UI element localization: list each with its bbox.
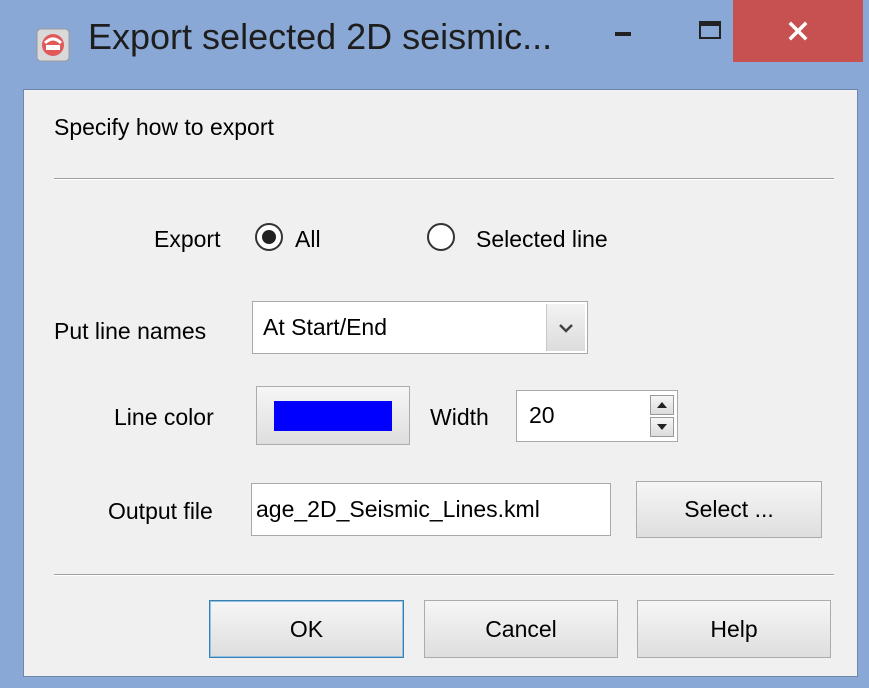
dialog-body: Specify how to export Export All Selecte… (23, 89, 858, 677)
line-names-label: Put line names (54, 318, 207, 344)
line-color-button[interactable] (256, 386, 410, 445)
select-file-button[interactable]: Select ... (636, 481, 822, 538)
separator (54, 178, 834, 180)
triangle-up-icon (657, 402, 667, 408)
width-label: Width (430, 404, 489, 430)
maximize-icon (699, 21, 721, 39)
title-bar[interactable]: Export selected 2D seismic... (0, 0, 869, 86)
dialog-window: Export selected 2D seismic... Specify ho… (0, 0, 869, 688)
maximize-button[interactable] (684, 0, 736, 62)
spinner-buttons (650, 395, 674, 437)
width-value[interactable]: 20 (529, 402, 555, 429)
separator (54, 574, 834, 576)
app-icon (36, 28, 70, 62)
line-color-label: Line color (114, 404, 214, 430)
output-file-value: age_2D_Seismic_Lines.kml (256, 496, 540, 522)
line-names-value: At Start/End (263, 314, 388, 340)
line-names-dropdown[interactable]: At Start/End (252, 301, 588, 354)
triangle-down-icon (657, 424, 667, 430)
color-swatch (274, 400, 392, 431)
output-file-label: Output file (108, 498, 213, 524)
output-file-input[interactable]: age_2D_Seismic_Lines.kml (251, 483, 611, 536)
dropdown-button[interactable] (546, 304, 585, 351)
radio-selected-line[interactable] (427, 223, 455, 251)
spin-down-button[interactable] (650, 417, 674, 437)
minimize-button[interactable] (598, 0, 650, 62)
spin-up-button[interactable] (650, 395, 674, 415)
ok-button[interactable]: OK (209, 600, 404, 658)
radio-selected-line-label[interactable]: Selected line (476, 226, 608, 253)
width-spinner[interactable]: 20 (516, 390, 678, 442)
radio-selected-dot (262, 230, 276, 244)
cancel-button[interactable]: Cancel (424, 600, 618, 658)
help-button[interactable]: Help (637, 600, 831, 658)
chevron-down-icon (559, 323, 573, 333)
window-title: Export selected 2D seismic... (88, 16, 553, 57)
radio-all[interactable] (255, 223, 283, 251)
dialog-heading: Specify how to export (54, 114, 274, 140)
export-label: Export (154, 226, 221, 252)
close-icon (788, 21, 808, 41)
close-button[interactable] (733, 0, 863, 62)
radio-all-label[interactable]: All (295, 226, 321, 253)
minimize-icon (615, 32, 631, 36)
